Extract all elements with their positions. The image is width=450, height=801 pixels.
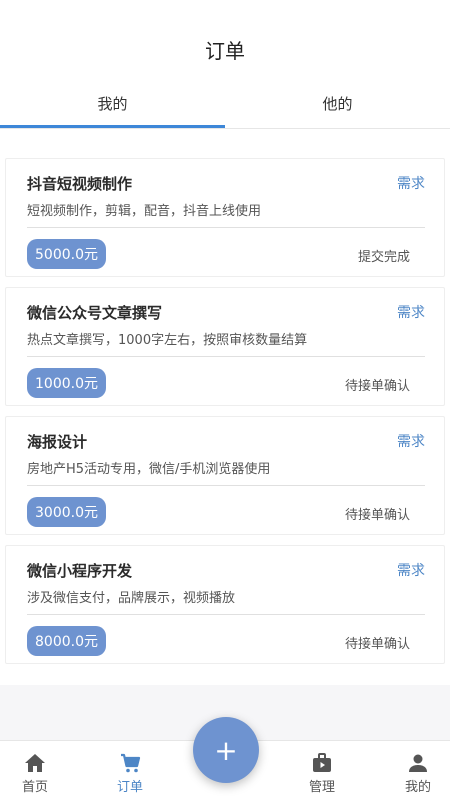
order-card[interactable]: 海报设计 需求 房地产H5活动专用，微信/手机浏览器使用 3000.0元 待接单… [5,416,445,535]
order-status: 提交完成 [357,250,410,265]
price-badge: 3000.0元 [27,497,106,527]
order-description: 短视频制作，剪辑，配音，抖音上线使用 [27,204,262,219]
nav-home[interactable]: 首页 [0,741,70,801]
plus-icon: + [214,733,238,767]
home-icon [25,754,45,772]
card-divider [27,614,425,615]
order-card[interactable]: 微信小程序开发 需求 涉及微信支付，品牌展示，视频播放 8000.0元 待接单确… [5,545,445,664]
price-badge: 5000.0元 [27,239,106,269]
order-type-tag: 需求 [397,176,425,192]
order-type-tag: 需求 [397,434,425,450]
nav-manage[interactable]: 管理 [287,741,357,801]
order-card[interactable]: 微信公众号文章撰写 需求 热点文章撰写，1000字左右，按照审核数量结算 100… [5,287,445,406]
add-order-button[interactable]: + [193,717,259,783]
nav-profile-label: 我的 [404,780,431,795]
order-title: 海报设计 [27,433,88,451]
nav-orders[interactable]: 订单 [95,741,165,801]
price-badge: 8000.0元 [27,626,106,656]
order-title: 微信公众号文章撰写 [27,304,163,322]
price-badge: 1000.0元 [27,368,106,398]
tabs-divider [0,128,450,129]
order-status: 待接单确认 [344,637,410,652]
tab-bar: 我的 他的 [0,84,450,128]
cart-icon [121,753,141,773]
order-description: 涉及微信支付，品牌展示，视频播放 [27,591,236,606]
card-divider [27,485,425,486]
tab-mine[interactable]: 我的 [0,84,225,128]
card-divider [27,227,425,228]
nav-profile[interactable]: 我的 [383,741,450,801]
order-card[interactable]: 抖音短视频制作 需求 短视频制作，剪辑，配音，抖音上线使用 5000.0元 提交… [5,158,445,277]
order-description: 热点文章撰写，1000字左右，按照审核数量结算 [27,333,308,348]
order-status: 待接单确认 [344,379,410,394]
order-status: 待接单确认 [344,508,410,523]
order-type-tag: 需求 [397,305,425,321]
tab-others[interactable]: 他的 [225,84,450,128]
page-title: 订单 [205,39,245,63]
user-icon [409,754,427,772]
nav-orders-label: 订单 [116,780,143,795]
order-title: 微信小程序开发 [27,562,133,580]
order-type-tag: 需求 [397,563,425,579]
card-divider [27,356,425,357]
briefcase-icon [313,753,331,772]
nav-manage-label: 管理 [308,780,335,795]
order-description: 房地产H5活动专用，微信/手机浏览器使用 [27,462,271,477]
header: 订单 [0,0,450,80]
order-title: 抖音短视频制作 [27,175,133,193]
nav-home-label: 首页 [21,780,48,795]
